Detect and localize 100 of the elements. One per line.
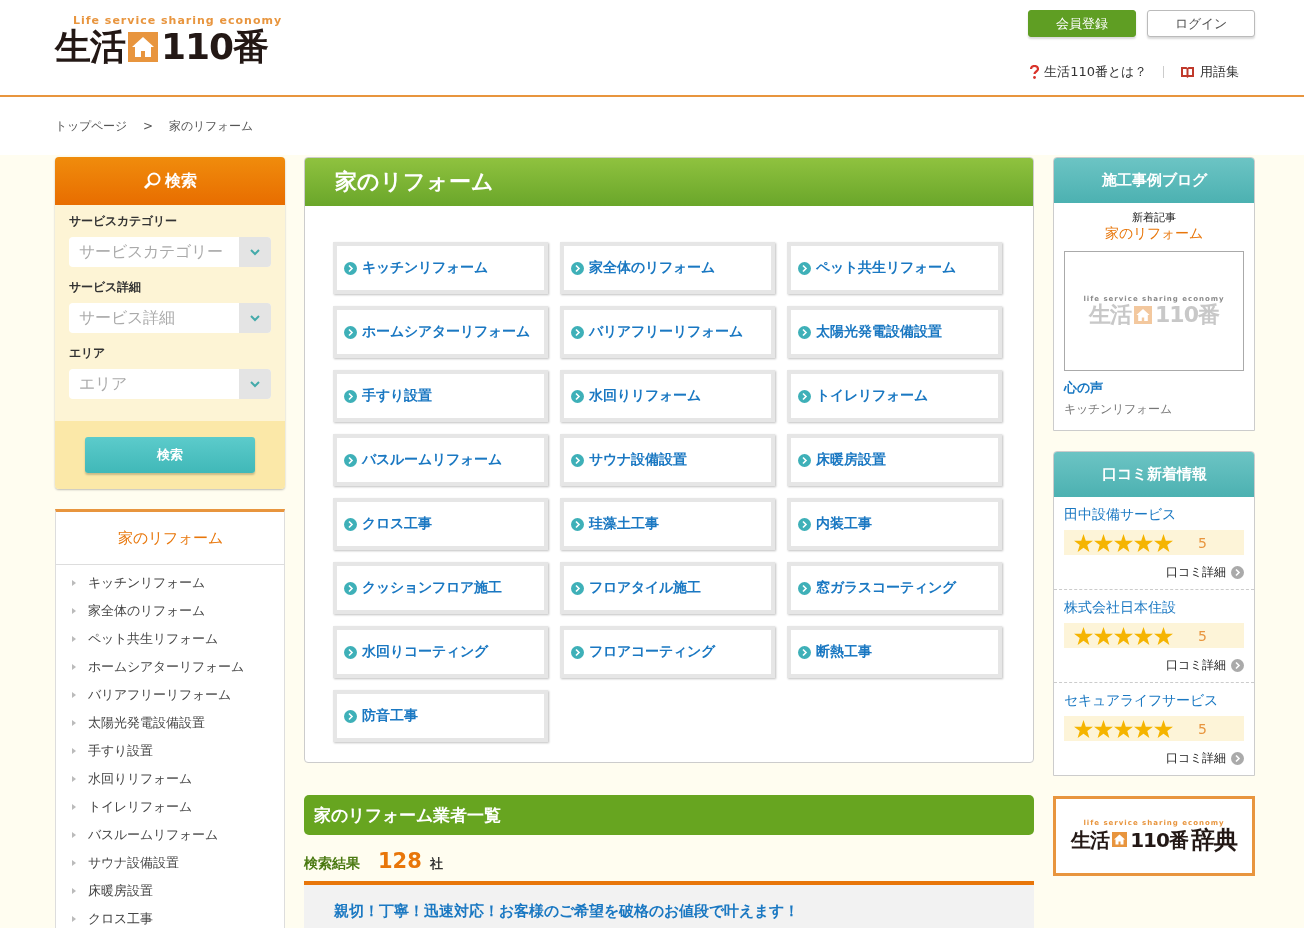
star-icon bbox=[1154, 626, 1173, 645]
chevron-circle-icon bbox=[571, 517, 584, 531]
company-card-title[interactable]: 親切！丁寧！迅速対応！お客様のご希望を破格のお値段で叶えます！ bbox=[334, 902, 799, 920]
question-mark-icon bbox=[1030, 65, 1040, 79]
banner-logo-text: 生活 bbox=[1071, 829, 1110, 851]
category-button[interactable]: 家全体のリフォーム bbox=[560, 242, 775, 294]
category-button[interactable]: クロス工事 bbox=[333, 498, 548, 550]
header-link[interactable]: 生活110番とは？ bbox=[1044, 63, 1147, 81]
review-detail-link[interactable]: 口コミ詳細 bbox=[1166, 564, 1244, 581]
company-link[interactable]: 田中設備サービス bbox=[1064, 506, 1244, 524]
category-button[interactable]: 珪藻土工事 bbox=[560, 498, 775, 550]
star-icon bbox=[1074, 626, 1093, 645]
rating-score: 5 bbox=[1198, 627, 1207, 644]
field-label: サービスカテゴリー bbox=[69, 213, 178, 230]
review-detail-link[interactable]: 口コミ詳細 bbox=[1166, 750, 1244, 767]
chevron-circle-icon bbox=[344, 709, 357, 723]
chevron-circle-icon bbox=[1231, 752, 1244, 765]
breadcrumb-link[interactable]: 家のリフォーム bbox=[169, 117, 254, 135]
category-menu-item[interactable]: 水回りリフォーム bbox=[72, 765, 284, 793]
category-menu-item[interactable]: キッチンリフォーム bbox=[72, 569, 284, 597]
category-button[interactable]: トイレリフォーム bbox=[787, 370, 1002, 422]
star-icon bbox=[1114, 533, 1133, 552]
category-menu-item[interactable]: 太陽光発電設備設置 bbox=[72, 709, 284, 737]
breadcrumb-link[interactable]: トップページ bbox=[55, 117, 127, 135]
category-button[interactable]: フロアタイル施工 bbox=[560, 562, 775, 614]
blog-title: 施工事例ブログ bbox=[1101, 171, 1207, 190]
category-menu-item[interactable]: ホームシアターリフォーム bbox=[72, 653, 284, 681]
breadcrumb-separator: > bbox=[143, 119, 154, 133]
login-button[interactable]: ログイン bbox=[1147, 10, 1255, 37]
reviews-title: 口コミ新着情報 bbox=[1101, 465, 1207, 484]
chevron-circle-icon bbox=[571, 261, 584, 275]
star-icon bbox=[1114, 626, 1133, 645]
category-menu-item[interactable]: 床暖房設置 bbox=[72, 877, 284, 905]
chevron-circle-icon bbox=[344, 389, 357, 403]
category-menu-item[interactable]: サウナ設備設置 bbox=[72, 849, 284, 877]
category-button[interactable]: ホームシアターリフォーム bbox=[333, 306, 548, 358]
category-button[interactable]: 断熱工事 bbox=[787, 626, 1002, 678]
star-icon bbox=[1114, 719, 1133, 738]
search-panel-title: 検索 bbox=[165, 170, 197, 192]
category-button[interactable]: 内装工事 bbox=[787, 498, 1002, 550]
category-button[interactable]: バスルームリフォーム bbox=[333, 434, 548, 486]
category-button[interactable]: ペット共生リフォーム bbox=[787, 242, 1002, 294]
banner-logo-text: 辞典 bbox=[1190, 826, 1237, 854]
select-field[interactable]: サービスカテゴリー bbox=[69, 237, 271, 267]
star-icon bbox=[1134, 533, 1153, 552]
category-button[interactable]: サウナ設備設置 bbox=[560, 434, 775, 486]
chevron-circle-icon bbox=[344, 325, 357, 339]
category-button[interactable]: 床暖房設置 bbox=[787, 434, 1002, 486]
register-button[interactable]: 会員登録 bbox=[1028, 10, 1136, 37]
book-icon bbox=[1180, 66, 1195, 78]
category-menu-item[interactable]: バリアフリーリフォーム bbox=[72, 681, 284, 709]
category-menu-item[interactable]: トイレリフォーム bbox=[72, 793, 284, 821]
result-label: 検索結果 bbox=[304, 855, 360, 873]
chevron-circle-icon bbox=[571, 453, 584, 467]
result-count: 128 bbox=[378, 849, 422, 873]
chevron-circle-icon bbox=[798, 325, 811, 339]
company-link[interactable]: 株式会社日本住設 bbox=[1064, 599, 1244, 617]
category-button[interactable]: キッチンリフォーム bbox=[333, 242, 548, 294]
rating-score: 5 bbox=[1198, 534, 1207, 551]
category-button[interactable]: バリアフリーリフォーム bbox=[560, 306, 775, 358]
logo-text: 生活 bbox=[55, 27, 125, 67]
category-menu-item[interactable]: 手すり設置 bbox=[72, 737, 284, 765]
category-button[interactable]: クッションフロア施工 bbox=[333, 562, 548, 614]
listing-title: 家のリフォーム業者一覧 bbox=[314, 803, 501, 827]
category-menu-item[interactable]: 家全体のリフォーム bbox=[72, 597, 284, 625]
header-link[interactable]: 用語集 bbox=[1200, 63, 1239, 81]
category-button[interactable]: 手すり設置 bbox=[333, 370, 548, 422]
blog-subtitle: 新着記事 bbox=[1132, 210, 1176, 225]
category-button[interactable]: 水回りコーティング bbox=[333, 626, 548, 678]
category-menu-title: 家のリフォーム bbox=[56, 512, 284, 565]
star-icon bbox=[1154, 719, 1173, 738]
category-button[interactable]: 太陽光発電設備設置 bbox=[787, 306, 1002, 358]
company-link[interactable]: セキュアライフサービス bbox=[1064, 692, 1244, 710]
select-field[interactable]: サービス詳細 bbox=[69, 303, 271, 333]
star-icon bbox=[1094, 719, 1113, 738]
panel-title: 家のリフォーム bbox=[335, 168, 494, 196]
star-icon bbox=[1154, 533, 1173, 552]
star-icon bbox=[1134, 719, 1153, 738]
star-icon bbox=[1094, 626, 1113, 645]
field-label: サービス詳細 bbox=[69, 279, 142, 296]
category-button[interactable]: フロアコーティング bbox=[560, 626, 775, 678]
category-menu-item[interactable]: ペット共生リフォーム bbox=[72, 625, 284, 653]
house-icon bbox=[128, 31, 158, 62]
review-detail-link[interactable]: 口コミ詳細 bbox=[1166, 657, 1244, 674]
select-field[interactable]: エリア bbox=[69, 369, 271, 399]
chevron-circle-icon bbox=[344, 581, 357, 595]
category-button[interactable]: 水回りリフォーム bbox=[560, 370, 775, 422]
chevron-circle-icon bbox=[798, 645, 811, 659]
blog-post-title[interactable]: 心の声 bbox=[1064, 379, 1103, 397]
category-menu-item[interactable]: クロス工事 bbox=[72, 905, 284, 928]
chevron-circle-icon bbox=[571, 325, 584, 339]
category-button[interactable]: 防音工事 bbox=[333, 690, 548, 742]
category-button[interactable]: 窓ガラスコーティング bbox=[787, 562, 1002, 614]
house-icon bbox=[1112, 832, 1128, 848]
category-menu-item[interactable]: バスルームリフォーム bbox=[72, 821, 284, 849]
chevron-circle-icon bbox=[798, 261, 811, 275]
star-icon bbox=[1074, 533, 1093, 552]
chevron-down-icon bbox=[250, 314, 260, 322]
chevron-circle-icon bbox=[1231, 566, 1244, 579]
house-icon bbox=[1134, 306, 1153, 324]
